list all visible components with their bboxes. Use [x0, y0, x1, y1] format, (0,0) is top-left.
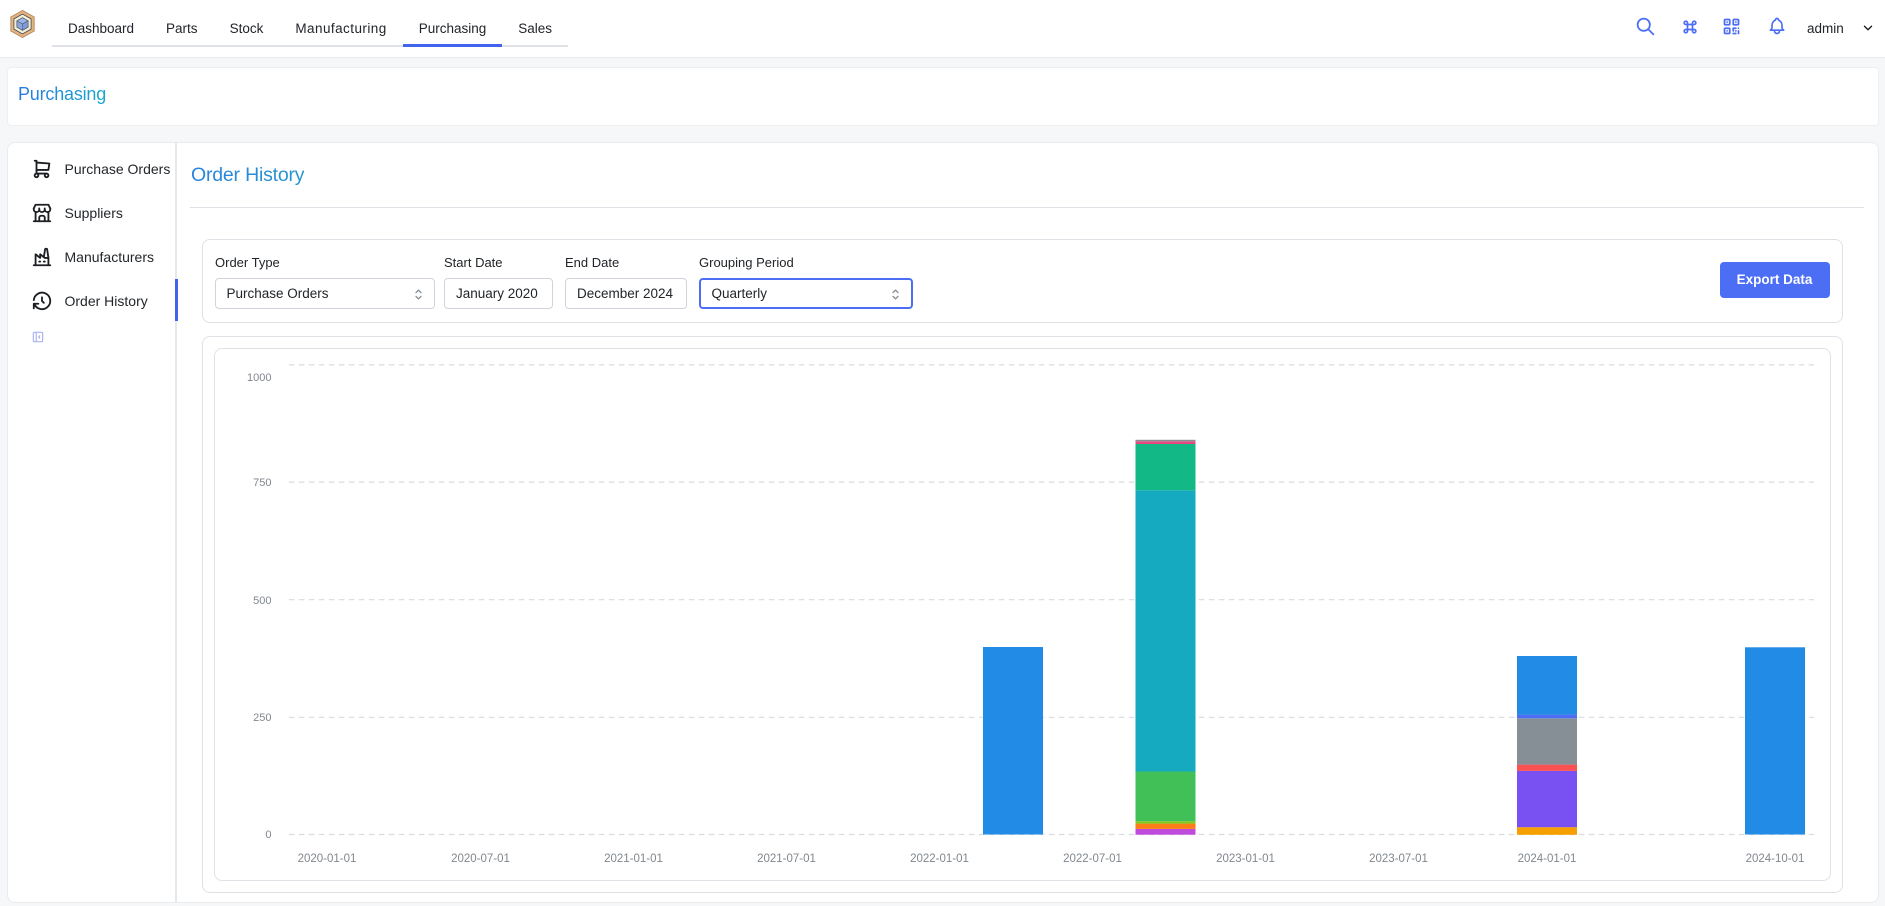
svg-text:500: 500	[253, 595, 271, 607]
svg-text:2020-07-01: 2020-07-01	[451, 853, 510, 865]
svg-text:2022-07-01: 2022-07-01	[1063, 853, 1122, 865]
svg-text:2023-01-01: 2023-01-01	[1216, 853, 1275, 865]
svg-text:2023-07-01: 2023-07-01	[1369, 853, 1428, 865]
svg-text:250: 250	[253, 712, 271, 724]
svg-text:2024-10-01: 2024-10-01	[1746, 853, 1805, 865]
svg-text:2021-07-01: 2021-07-01	[757, 853, 816, 865]
svg-text:0: 0	[265, 829, 271, 841]
svg-text:2021-01-01: 2021-01-01	[604, 853, 663, 865]
svg-text:1000: 1000	[247, 372, 271, 384]
svg-text:2020-01-01: 2020-01-01	[298, 853, 357, 865]
svg-text:750: 750	[253, 477, 271, 489]
svg-text:2022-01-01: 2022-01-01	[910, 853, 969, 865]
svg-text:2024-01-01: 2024-01-01	[1518, 853, 1577, 865]
